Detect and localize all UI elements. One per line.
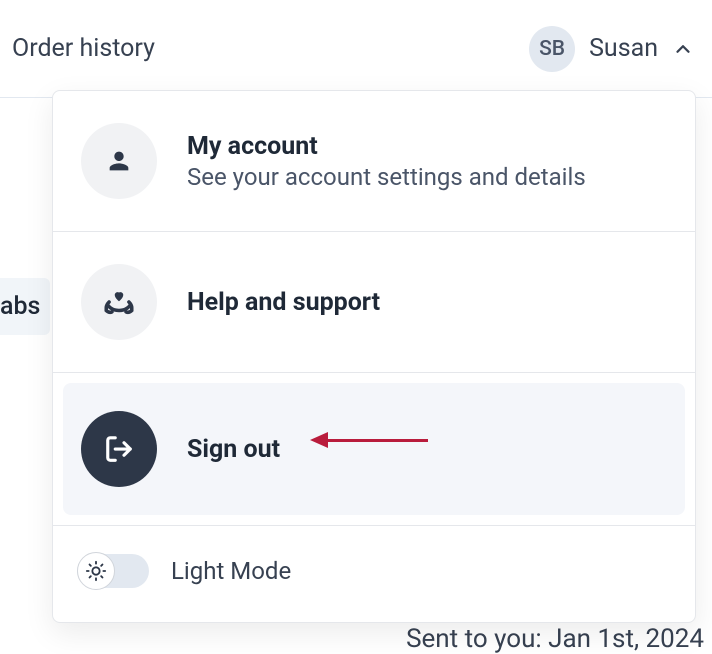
page-header: Order history SB Susan: [0, 0, 712, 98]
sun-icon: [85, 560, 107, 582]
theme-toggle-row: Light Mode: [53, 526, 695, 622]
page-title: Order history: [12, 34, 155, 63]
hands-heart-icon: [81, 264, 157, 340]
menu-item-title: My account: [187, 132, 586, 161]
menu-item-account[interactable]: My account See your account settings and…: [53, 91, 695, 232]
avatar: SB: [529, 26, 575, 72]
menu-item-help[interactable]: Help and support: [53, 232, 695, 373]
theme-label: Light Mode: [171, 557, 291, 585]
menu-item-text: Help and support: [187, 288, 380, 317]
menu-item-signout[interactable]: Sign out: [63, 383, 685, 515]
user-menu-trigger[interactable]: SB Susan: [529, 26, 694, 72]
menu-item-signout-wrapper: Sign out: [53, 373, 695, 526]
theme-toggle[interactable]: [77, 554, 149, 588]
menu-item-subtitle: See your account settings and details: [187, 163, 586, 191]
chevron-up-icon: [672, 38, 694, 60]
menu-item-text: My account See your account settings and…: [187, 132, 586, 191]
menu-item-text: Sign out: [187, 435, 280, 464]
person-icon: [81, 123, 157, 199]
background-sent-line: Sent to you: Jan 1st, 2024: [406, 624, 704, 654]
user-name: Susan: [589, 34, 658, 63]
tab-partial[interactable]: abs: [0, 278, 50, 335]
menu-item-title: Help and support: [187, 288, 380, 317]
menu-item-title: Sign out: [187, 435, 280, 464]
signout-icon: [81, 411, 157, 487]
user-dropdown: My account See your account settings and…: [52, 90, 696, 623]
toggle-knob: [77, 552, 115, 590]
